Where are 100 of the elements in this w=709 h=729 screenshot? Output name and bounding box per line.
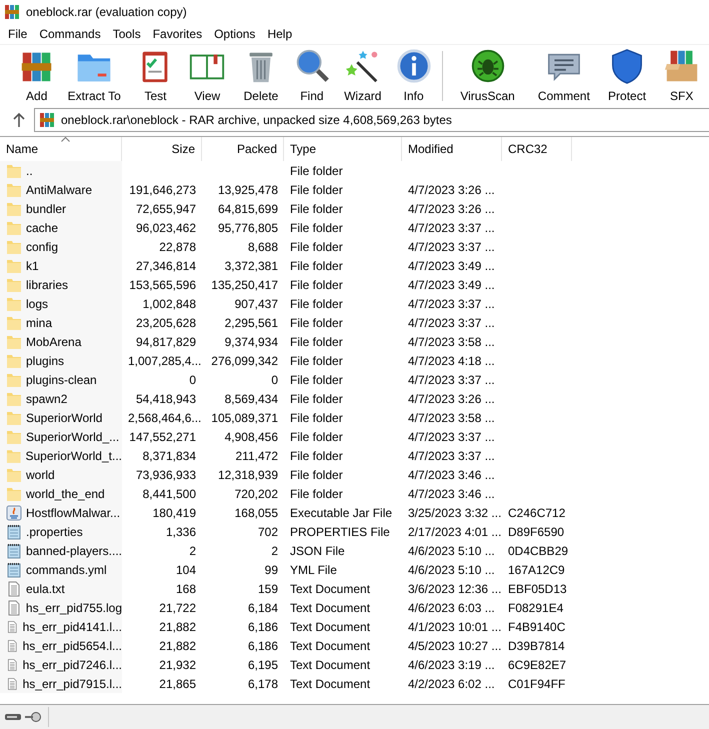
table-cell-text: 180,419 (152, 506, 197, 520)
table-cell-text: 4/6/2023 6:03 ... (407, 600, 496, 614)
up-arrow-icon[interactable] (12, 112, 26, 128)
file-name[interactable]: SuperiorWorld_... (0, 427, 122, 446)
toolbar-button[interactable]: Comment (528, 47, 600, 107)
folder-icon (6, 314, 22, 330)
toolbar-button[interactable]: View (180, 47, 235, 107)
table-cell-text: 159 (256, 582, 279, 596)
file-name[interactable]: logs (0, 294, 122, 313)
toolbar-button[interactable]: Extract To (57, 47, 131, 107)
menu-item[interactable]: Help (261, 27, 298, 41)
toolbar-button[interactable]: Info (389, 47, 438, 107)
table-cell-text: EBF05D13 (507, 582, 568, 596)
toolbar-button[interactable]: Add (16, 47, 58, 107)
file-name[interactable]: mina (0, 313, 122, 332)
file-name[interactable]: eula.txt (0, 579, 122, 598)
file-name[interactable]: k1 (0, 256, 122, 275)
menu-item[interactable]: Options (208, 27, 262, 41)
table-cell-text: Text Document (289, 582, 372, 596)
toolbar-button[interactable]: Wizard (336, 47, 390, 107)
toolbar-button[interactable]: Delete (234, 47, 288, 107)
file-name[interactable]: AntiMalware (0, 180, 122, 199)
file-name[interactable]: .properties (0, 522, 122, 541)
toolbar-button[interactable]: Protect (600, 47, 654, 107)
column-header[interactable]: CRC32 (502, 137, 572, 161)
table-cell-text: 4/7/2023 3:37 ... (407, 430, 496, 444)
toolbar-button[interactable]: Test (130, 47, 180, 107)
table-cell-text: 6,184 (246, 600, 279, 614)
file-name[interactable]: plugins (0, 351, 122, 370)
file-name[interactable]: hs_err_pid7246.l... (0, 655, 122, 674)
column-header[interactable]: Size (122, 137, 202, 161)
file-name[interactable]: hs_err_pid5654.l... (0, 636, 122, 655)
table-cell-text: Text Document (289, 620, 372, 634)
table-cell-text: 168,055 (234, 506, 279, 520)
notepad-icon (6, 542, 22, 558)
table-cell-text: 8,569,434 (224, 392, 279, 406)
table-cell-text: 21,932 (158, 658, 197, 672)
table-cell-text: 167A12C9 (507, 562, 566, 576)
column-header[interactable]: Type (284, 137, 402, 161)
table-cell-text: File folder (289, 164, 344, 178)
file-name[interactable]: cache (0, 218, 122, 237)
file-name[interactable]: MobArena (0, 332, 122, 351)
window-title: oneblock.rar (evaluation copy) (26, 5, 187, 19)
toolbar-button[interactable]: SFX (654, 47, 709, 107)
table-cell-text: 105,089,371 (210, 410, 279, 424)
table-cell-text: 3/6/2023 12:36 ... (407, 582, 502, 596)
menu-item[interactable]: Favorites (146, 27, 208, 41)
toolbar-button[interactable]: VirusScan (447, 47, 528, 107)
table-cell-text: Text Document (289, 638, 372, 652)
table-cell-text: 4/7/2023 3:58 ... (407, 410, 496, 424)
table-cell-text: 0D4CBB29 (507, 544, 570, 558)
menu-item[interactable]: Tools (106, 27, 147, 41)
file-name[interactable]: .. (0, 161, 122, 180)
table-cell-text: File folder (289, 392, 344, 406)
table-cell-text: Text Document (289, 676, 372, 690)
file-name[interactable]: SuperiorWorld (0, 408, 122, 427)
file-name[interactable]: config (0, 237, 122, 256)
toolbar-button[interactable]: Find (287, 47, 336, 107)
folder-icon (6, 182, 22, 198)
file-name[interactable]: bundler (0, 199, 122, 218)
file-name[interactable]: plugins-clean (0, 370, 122, 389)
table-cell-text: File folder (289, 202, 344, 216)
table-cell-text: File folder (289, 430, 344, 444)
file-name[interactable]: commands.yml (0, 560, 122, 579)
column-header[interactable]: Modified (402, 137, 502, 161)
file-name[interactable]: spawn2 (0, 389, 122, 408)
app-icon (4, 4, 20, 20)
table-cell-text: 4/7/2023 3:58 ... (407, 334, 496, 348)
table-cell-text: 153,565,596 (128, 278, 197, 292)
table-cell-text: File folder (289, 278, 344, 292)
folder-icon (6, 466, 22, 482)
address-field[interactable]: oneblock.rar\oneblock - RAR archive, unpacked size 4,608,569,263 bytes (34, 108, 709, 132)
file-name[interactable]: hs_err_pid755.log (0, 598, 122, 617)
java-file-icon (6, 504, 22, 520)
notepad-icon (6, 562, 22, 578)
table-cell-text: 702 (256, 524, 279, 538)
file-name[interactable]: libraries (0, 275, 122, 294)
folder-icon (6, 352, 22, 368)
table-cell-text: 4/7/2023 3:26 ... (407, 182, 496, 196)
folder-icon (6, 410, 22, 426)
table-cell-text: 135,250,417 (210, 278, 279, 292)
table-cell-text: 4/7/2023 4:18 ... (407, 354, 496, 368)
file-name[interactable]: world_the_end (0, 484, 122, 503)
table-cell-text: 1,002,848 (142, 296, 197, 310)
table-cell-text: 168 (174, 582, 197, 596)
file-name[interactable]: SuperiorWorld_t... (0, 446, 122, 465)
table-cell-text: File folder (289, 468, 344, 482)
file-name[interactable]: banned-players.... (0, 541, 122, 560)
table-cell-text: 6,186 (246, 638, 279, 652)
table-cell-text: D89F6590 (507, 524, 566, 538)
menu-item[interactable]: Commands (33, 27, 107, 41)
file-name[interactable]: HostflowMalwar... (0, 503, 122, 522)
column-header[interactable]: Packed (202, 137, 284, 161)
file-name[interactable]: hs_err_pid7915.l... (0, 674, 122, 693)
table-cell-text: YML File (289, 562, 338, 576)
table-cell-text: Executable Jar File (289, 506, 394, 520)
menu-item[interactable]: File (2, 27, 34, 41)
file-name[interactable]: world (0, 465, 122, 484)
file-name[interactable]: hs_err_pid4141.l... (0, 617, 122, 636)
table-cell-text: 2,295,561 (224, 316, 279, 330)
